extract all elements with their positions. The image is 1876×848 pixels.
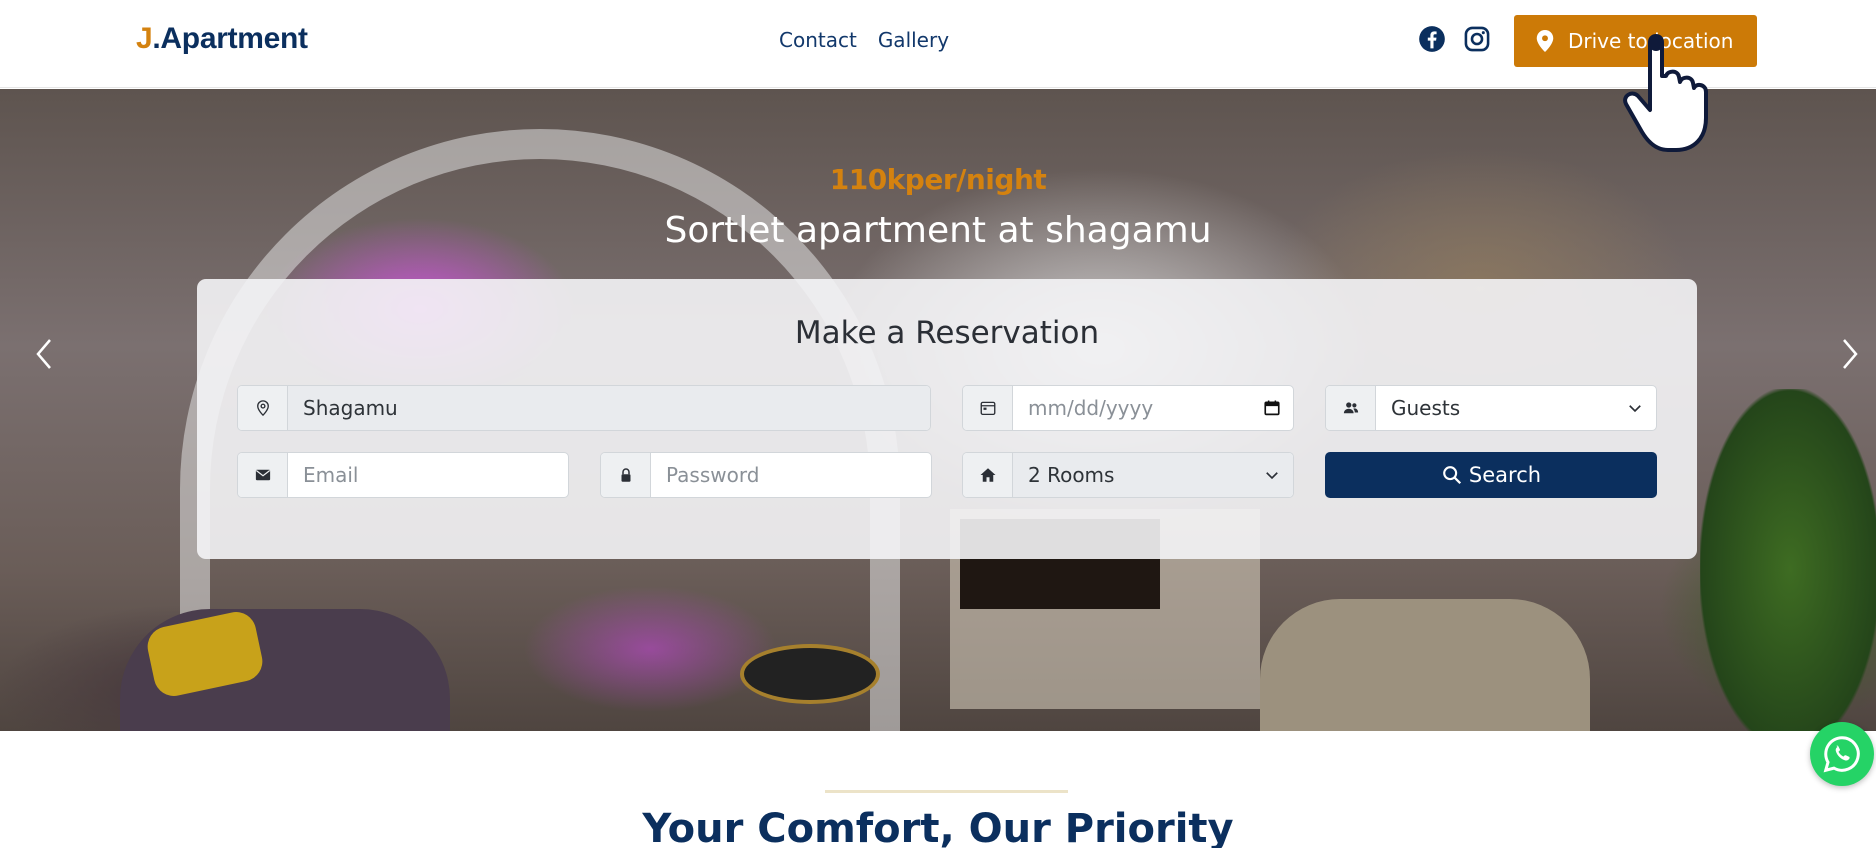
main-nav: Contact Gallery <box>779 28 949 52</box>
home-icon <box>980 468 995 482</box>
email-input[interactable]: Email <box>288 453 568 497</box>
section-title: Your Comfort, Our Priority <box>642 806 1234 848</box>
guests-select[interactable]: Guests <box>1325 385 1657 431</box>
hand-pointer-cursor-icon <box>1623 34 1708 152</box>
nav-link-gallery[interactable]: Gallery <box>878 28 949 52</box>
date-picker-button[interactable] <box>1251 386 1293 430</box>
whatsapp-button[interactable] <box>1810 722 1874 786</box>
envelope-icon <box>255 469 270 481</box>
guests-dropdown-toggle[interactable] <box>1614 386 1656 430</box>
logo-text: .Apartment <box>152 22 308 55</box>
carousel-next-icon[interactable] <box>1840 338 1860 370</box>
password-field-icon-box <box>601 453 651 497</box>
date-field-icon-box <box>963 386 1013 430</box>
calendar-icon <box>980 401 995 416</box>
site-logo[interactable]: J.Apartment <box>136 22 308 56</box>
search-button-label: Search <box>1468 463 1542 487</box>
rooms-field-icon-box <box>963 453 1013 497</box>
location-pin-icon <box>1536 30 1554 52</box>
price-per-night: 110kper/night <box>829 163 1047 196</box>
nav-link-contact[interactable]: Contact <box>779 28 857 52</box>
instagram-icon[interactable] <box>1463 25 1491 53</box>
search-button[interactable]: Search <box>1325 452 1657 498</box>
guests-field-icon-box <box>1326 386 1376 430</box>
reservation-panel: Make a Reservation Shagamu mm/dd/yyyy Gu… <box>197 279 1697 559</box>
email-field-icon-box <box>238 453 288 497</box>
whatsapp-icon <box>1823 736 1860 773</box>
rooms-value: 2 Rooms <box>1013 453 1251 497</box>
password-field[interactable]: Password <box>600 452 932 498</box>
chevron-down-icon <box>1629 405 1641 413</box>
location-field[interactable]: Shagamu <box>237 385 931 431</box>
page: J.Apartment Contact Gallery Drive to loc… <box>0 0 1876 848</box>
password-input[interactable]: Password <box>651 453 931 497</box>
location-field-icon-box <box>238 386 288 430</box>
location-input[interactable]: Shagamu <box>288 386 930 430</box>
reservation-title: Make a Reservation <box>794 315 1100 351</box>
map-pin-icon <box>256 400 269 417</box>
rooms-dropdown-toggle[interactable] <box>1251 453 1293 497</box>
date-input[interactable]: mm/dd/yyyy <box>1013 386 1251 430</box>
calendar-picker-icon <box>1264 400 1280 416</box>
carousel-prev-icon[interactable] <box>34 338 54 370</box>
logo-initial: J <box>136 22 153 55</box>
rooms-select[interactable]: 2 Rooms <box>962 452 1294 498</box>
hero-title: Sortlet apartment at shagamu <box>664 210 1212 251</box>
search-icon <box>1443 466 1461 485</box>
guests-value: Guests <box>1391 396 1461 420</box>
hero-photo-table <box>740 644 880 704</box>
chevron-down-icon <box>1266 472 1278 480</box>
site-header: J.Apartment Contact Gallery Drive to loc… <box>0 0 1876 88</box>
email-field[interactable]: Email <box>237 452 569 498</box>
lock-icon <box>621 468 630 482</box>
date-field[interactable]: mm/dd/yyyy <box>962 385 1294 431</box>
users-icon <box>1343 402 1358 414</box>
hero-photo-plant <box>1700 389 1876 731</box>
hero-photo-sofa <box>1260 599 1590 731</box>
facebook-icon[interactable] <box>1418 25 1446 53</box>
section-divider <box>825 790 1068 793</box>
